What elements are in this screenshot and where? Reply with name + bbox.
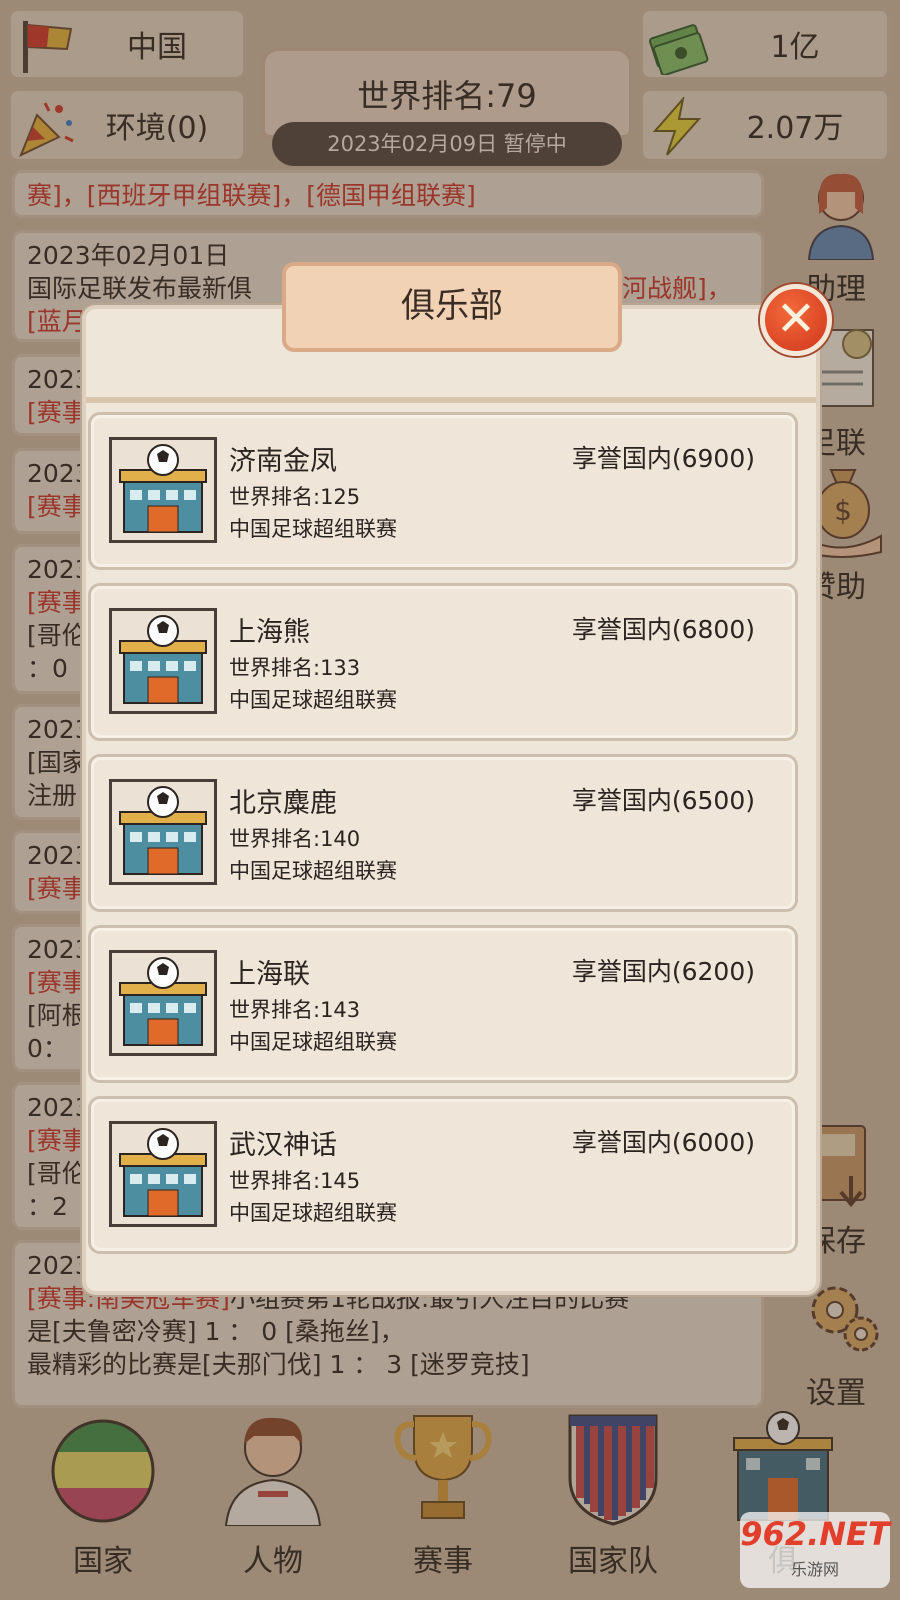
club-world-rank: 世界排名:143 [229,998,361,1022]
club-reputation: 享誉国内6200 [572,952,755,988]
club-name: 济南金凤 [229,446,337,477]
club-name: 上海联 [229,959,310,990]
club-reputation-label: 享誉国内 [571,957,672,986]
club-reputation-label: 享誉国内 [571,1128,672,1157]
club-league: 中国足球超组联赛 [229,1030,397,1054]
club-world-rank: 世界排名:140 [229,827,361,851]
club-reputation-label: 享誉国内 [571,786,672,815]
club-reputation: 享誉国内6800 [572,610,755,646]
club-reputation: 享誉国内6000 [572,1123,755,1159]
club-building-icon [109,608,217,714]
club-name: 北京麋鹿 [229,788,337,819]
close-icon: ✕ [775,291,817,347]
club-card[interactable]: 北京麋鹿 世界排名:140 中国足球超组联赛 享誉国内6500 [88,754,798,912]
club-league: 中国足球超组联赛 [229,688,397,712]
club-world-rank: 世界排名:125 [229,485,361,509]
club-league: 中国足球超组联赛 [229,859,397,883]
club-building-icon [109,437,217,543]
club-card[interactable]: 济南金凤 世界排名:125 中国足球超组联赛 享誉国内6900 [88,412,798,570]
close-button[interactable]: ✕ [760,284,832,356]
club-building-icon [109,1121,217,1227]
club-league: 中国足球超组联赛 [229,517,397,541]
club-card[interactable]: 武汉神话 世界排名:145 中国足球超组联赛 享誉国内6000 [88,1096,798,1254]
club-reputation: 享誉国内6900 [572,439,755,475]
club-world-rank: 世界排名:133 [229,656,361,680]
club-reputation-points: 6800 [672,615,755,644]
club-name: 上海熊 [229,617,310,648]
club-league: 中国足球超组联赛 [229,1201,397,1225]
watermark-logo-text: 962.NET [740,1515,890,1553]
club-reputation-points: 6500 [672,786,755,815]
club-name: 武汉神话 [229,1130,337,1161]
club-reputation: 享誉国内6500 [572,781,755,817]
club-reputation-points: 6200 [672,957,755,986]
club-building-icon [109,779,217,885]
club-reputation-points: 6000 [672,1128,755,1157]
club-world-rank: 世界排名:145 [229,1169,361,1193]
club-card[interactable]: 上海联 世界排名:143 中国足球超组联赛 享誉国内6200 [88,925,798,1083]
modal-divider [86,397,816,403]
club-reputation-label: 享誉国内 [571,444,672,473]
club-card[interactable]: 上海熊 世界排名:133 中国足球超组联赛 享誉国内6800 [88,583,798,741]
club-building-icon [109,950,217,1056]
watermark-sub: 乐游网 [790,1560,839,1579]
modal-title-ribbon: 俱乐部 [282,262,622,352]
club-reputation-points: 6900 [672,444,755,473]
modal-title: 俱乐部 [401,286,503,326]
site-watermark: 962.NET 乐游网 [740,1512,890,1588]
club-reputation-label: 享誉国内 [571,615,672,644]
